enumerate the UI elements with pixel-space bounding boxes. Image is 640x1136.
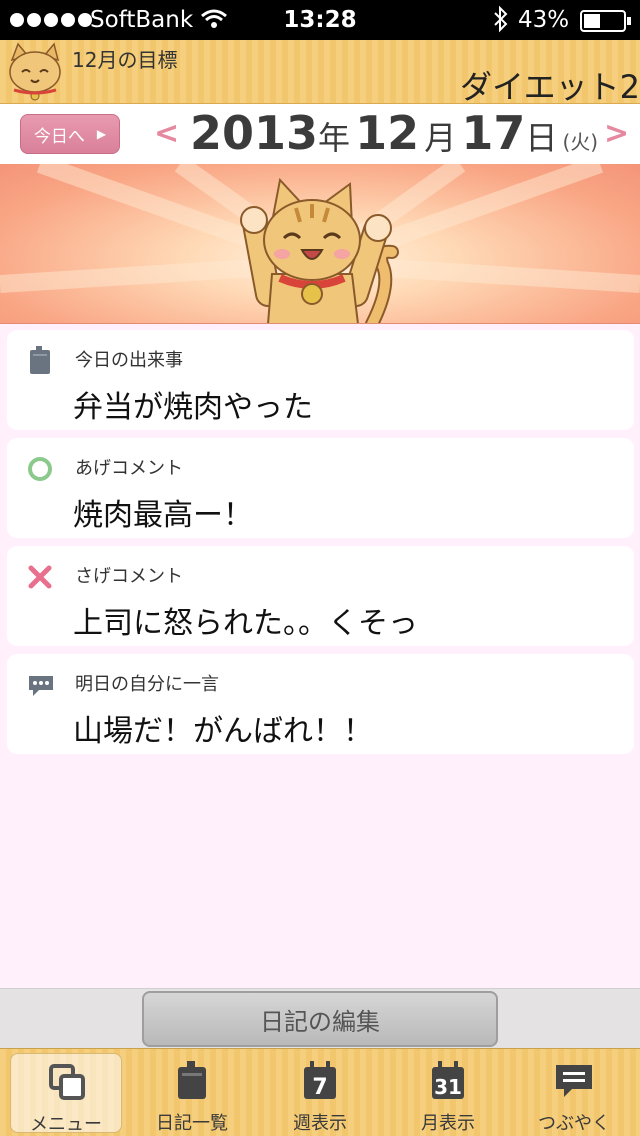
tab-label: つぶやく — [538, 1113, 610, 1134]
cross-icon — [27, 562, 53, 592]
tab-month-view[interactable]: 31 月表示 — [392, 1053, 504, 1134]
date-bar: 今日へ ▶ < 2013年 12 月 17日 (火) > — [0, 104, 640, 164]
status-bar: SoftBank 13:28 43% — [0, 0, 640, 40]
bluetooth-icon — [492, 5, 510, 39]
tab-tweet[interactable]: つぶやく — [518, 1053, 630, 1134]
entry-value: 焼肉最高ー！ — [73, 498, 253, 533]
tab-diary-list[interactable]: 日記一覧 — [136, 1053, 248, 1134]
entry-up-comment[interactable]: あげコメント 焼肉最高ー！ — [7, 438, 634, 538]
calendar-week-number: 7 — [312, 1075, 327, 1100]
edit-diary-button[interactable]: 日記の編集 — [142, 991, 498, 1047]
date-month: 12 — [355, 106, 420, 160]
entry-value: 上司に怒られた。。くそっ — [73, 606, 418, 641]
entry-down-comment[interactable]: さげコメント 上司に怒られた。。くそっ — [7, 546, 634, 646]
today-button[interactable]: 今日へ ▶ — [20, 114, 120, 154]
tab-menu[interactable]: メニュー — [10, 1053, 122, 1135]
date-weekday: (火) — [562, 130, 599, 154]
goal-month-label: 12月の目標 — [72, 48, 178, 72]
tab-week-view[interactable]: 7 週表示 — [264, 1053, 376, 1134]
today-button-label: 今日へ — [33, 126, 85, 147]
tab-label: メニュー — [30, 1114, 102, 1135]
date-year: 2013 — [190, 106, 319, 160]
battery-percentage: 43% — [518, 7, 570, 33]
date-month-unit: 月 — [424, 119, 457, 157]
goal-header[interactable]: 12月の目標 ダイエット2 — [0, 40, 640, 106]
tab-label: 月表示 — [421, 1113, 475, 1134]
date-day: 17 — [461, 106, 526, 160]
calendar-month-number: 31 — [434, 1075, 462, 1099]
entry-value: 弁当が焼肉やった — [73, 390, 313, 425]
circle-icon — [27, 454, 53, 484]
diary-book-icon — [172, 1061, 212, 1101]
edit-bar: 日記の編集 — [0, 988, 640, 1048]
entry-label: あげコメント — [75, 458, 183, 479]
entry-today-event[interactable]: 今日の出来事 弁当が焼肉やった — [7, 330, 634, 430]
previous-day-chevron-icon[interactable]: < — [154, 116, 179, 151]
menu-windows-icon — [47, 1062, 87, 1102]
battery-icon — [580, 10, 631, 32]
speech-bubble-icon — [554, 1061, 594, 1101]
entry-note-to-tomorrow[interactable]: 明日の自分に一言 山場だ！がんばれ！！ — [7, 654, 634, 754]
calendar-week-icon: 7 — [300, 1061, 340, 1101]
entry-label: 明日の自分に一言 — [75, 674, 219, 695]
date-day-unit: 日 — [525, 119, 558, 157]
date-year-unit: 年 — [318, 119, 351, 157]
play-arrow-icon: ▶ — [96, 127, 107, 141]
mood-banner — [0, 164, 640, 324]
calendar-month-icon: 31 — [428, 1061, 468, 1101]
entry-label: 今日の出来事 — [75, 350, 183, 371]
diary-book-icon — [27, 346, 53, 376]
goal-text: ダイエット2 — [459, 68, 640, 106]
speech-bubble-icon — [27, 670, 53, 700]
entry-value: 山場だ！がんばれ！！ — [73, 714, 373, 749]
tab-bar: メニュー 日記一覧 7 週表示 31 月表示 つぶやく — [0, 1048, 640, 1136]
entry-label: さげコメント — [75, 566, 183, 587]
tab-label: 日記一覧 — [156, 1113, 228, 1134]
cat-avatar-icon — [4, 42, 66, 102]
happy-cat-illustration — [0, 164, 640, 323]
tab-label: 週表示 — [293, 1113, 347, 1134]
next-day-chevron-icon[interactable]: > — [604, 116, 629, 151]
current-date: 2013年 12 月 17日 (火) — [190, 106, 598, 160]
